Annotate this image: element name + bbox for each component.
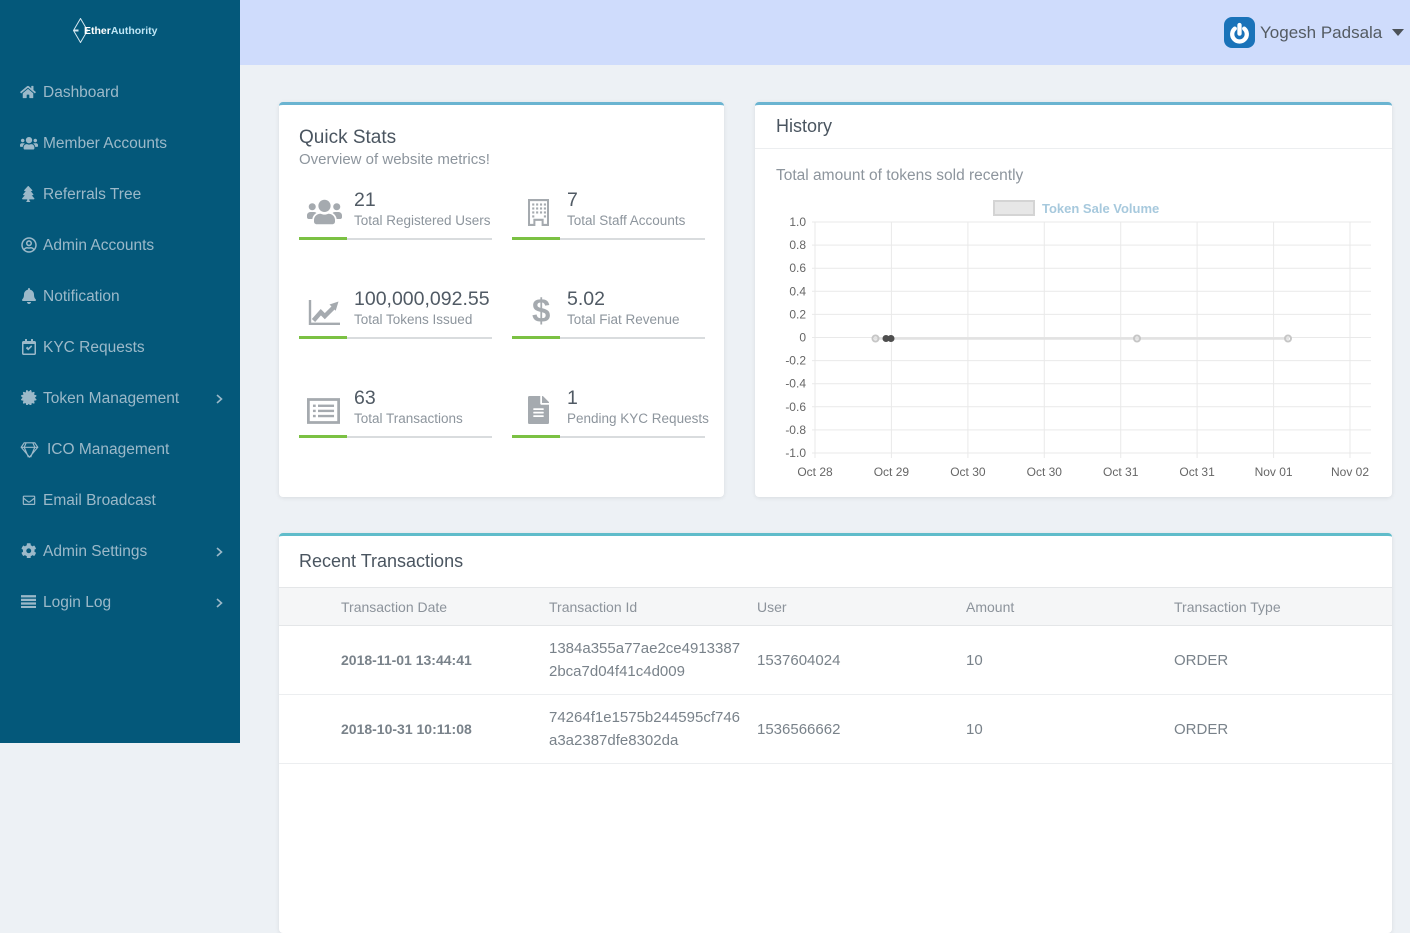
svg-text:1.0: 1.0 (789, 215, 806, 229)
svg-text:-0.2: -0.2 (785, 354, 806, 368)
svg-text:0: 0 (799, 331, 806, 345)
svg-text:Oct 28: Oct 28 (797, 465, 833, 479)
svg-text:-0.6: -0.6 (785, 400, 806, 414)
svg-text:0.6: 0.6 (789, 261, 806, 275)
svg-text:Oct 29: Oct 29 (874, 465, 910, 479)
svg-text:Nov 02: Nov 02 (1331, 465, 1369, 479)
svg-text:0.4: 0.4 (789, 284, 806, 298)
svg-text:-0.4: -0.4 (785, 377, 806, 391)
svg-text:Nov 01: Nov 01 (1255, 465, 1293, 479)
svg-text:Oct 31: Oct 31 (1103, 465, 1139, 479)
svg-text:Oct 30: Oct 30 (950, 465, 986, 479)
svg-text:0.8: 0.8 (789, 238, 806, 252)
svg-text:-1.0: -1.0 (785, 446, 806, 460)
svg-text:0.2: 0.2 (789, 307, 806, 321)
svg-text:-0.8: -0.8 (785, 423, 806, 437)
svg-text:Oct 30: Oct 30 (1027, 465, 1063, 479)
svg-text:Oct 31: Oct 31 (1179, 465, 1215, 479)
